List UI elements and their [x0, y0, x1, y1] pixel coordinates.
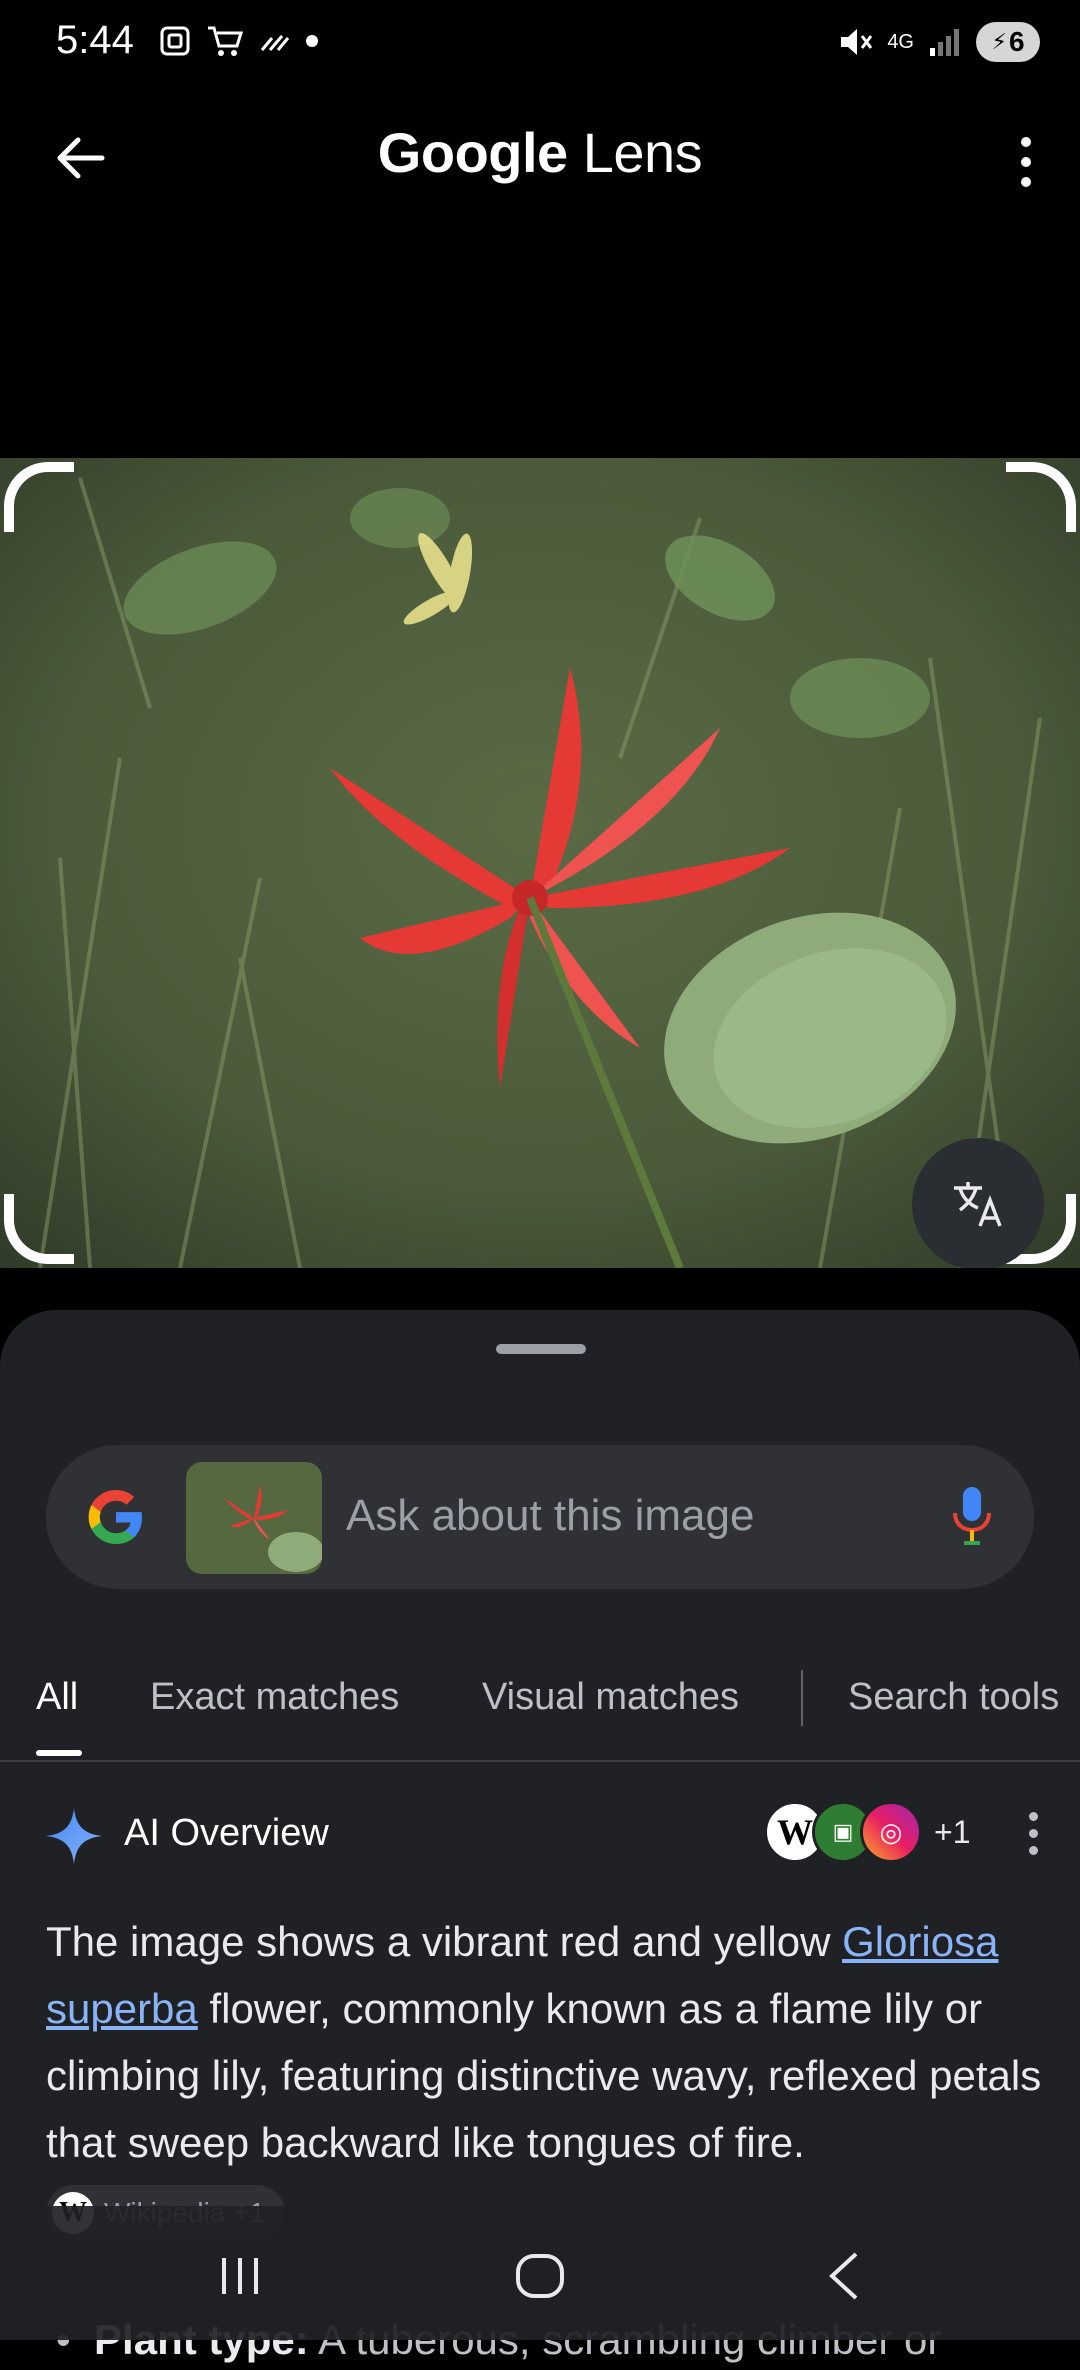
title-brand: Google: [377, 121, 568, 184]
network-type: 4G: [887, 31, 914, 53]
search-input[interactable]: Ask about this image: [346, 1491, 754, 1541]
search-bar[interactable]: Ask about this image: [46, 1445, 1034, 1589]
home-button[interactable]: [500, 2246, 580, 2306]
charging-icon: ⚡: [991, 29, 1007, 54]
ai-overview-header: AI Overview W ▣ ◎ +1: [0, 1790, 1080, 1880]
google-g-icon: [88, 1490, 142, 1544]
more-dot: [1021, 177, 1031, 187]
ai-sparkle-icon: [46, 1808, 102, 1864]
cell-signal-icon: [930, 29, 959, 56]
ai-overview-text: The image shows a vibrant red and yellow…: [46, 1908, 1046, 2243]
instagram-source-icon[interactable]: ◎: [860, 1801, 922, 1863]
signal-lines-icon: [260, 35, 290, 51]
more-options-button[interactable]: [1002, 130, 1050, 194]
translate-button[interactable]: [912, 1138, 1044, 1268]
battery-level: 6: [1008, 26, 1025, 57]
recent-apps-button[interactable]: [200, 2246, 280, 2306]
active-tab-indicator: [36, 1750, 82, 1756]
tab-divider: [801, 1670, 803, 1726]
image-thumbnail[interactable]: [186, 1462, 322, 1574]
tab-visual-matches[interactable]: Visual matches: [482, 1676, 739, 1719]
more-dot: [1029, 1846, 1038, 1855]
results-sheet: Ask about this image All Exact matches V…: [0, 1310, 1080, 2363]
system-navigation-bar: [0, 2206, 1080, 2340]
recent-apps-icon: [222, 2258, 258, 2294]
notification-dot: [306, 35, 318, 47]
more-sources-count[interactable]: +1: [934, 1814, 970, 1851]
more-dot: [1029, 1829, 1038, 1838]
app-bar: Google Lens: [0, 90, 1080, 230]
screenshot-icon: [160, 26, 190, 56]
tab-all[interactable]: All: [36, 1676, 78, 1719]
source-icons[interactable]: W ▣ ◎ +1: [764, 1801, 970, 1863]
more-dot: [1029, 1812, 1038, 1821]
mute-icon: [841, 29, 873, 55]
ai-overview-more-button[interactable]: [1029, 1812, 1038, 1855]
lens-image-area[interactable]: [0, 458, 1080, 1268]
translate-icon: [954, 1182, 1002, 1227]
ai-overview-title: AI Overview: [124, 1812, 329, 1854]
result-tabs: All Exact matches Visual matches Search …: [0, 1650, 1080, 1762]
sheet-drag-handle[interactable]: [496, 1344, 586, 1354]
flower-photo: [0, 458, 1080, 1268]
system-back-button[interactable]: [804, 2246, 884, 2306]
chevron-left-icon: [829, 2252, 858, 2300]
thumbnail-photo: [186, 1462, 322, 1574]
status-bar: 5:44 4G ⚡ 6: [0, 0, 1080, 90]
tab-exact-matches[interactable]: Exact matches: [150, 1676, 399, 1719]
status-right-icons: 4G ⚡ 6: [837, 22, 1040, 62]
battery-indicator: ⚡ 6: [976, 22, 1040, 62]
shopping-cart-icon: [208, 26, 244, 56]
app-title: Google Lens: [0, 120, 1080, 185]
more-dot: [1021, 157, 1031, 167]
status-time: 5:44: [56, 18, 134, 62]
overview-text-start: The image shows a vibrant red and yellow: [46, 1918, 843, 1965]
home-icon: [516, 2254, 564, 2298]
title-product: Lens: [582, 121, 703, 184]
more-dot: [1021, 137, 1031, 147]
microphone-icon[interactable]: [950, 1485, 994, 1549]
tab-search-tools[interactable]: Search tools: [848, 1676, 1059, 1719]
status-left-icons: [158, 24, 318, 58]
